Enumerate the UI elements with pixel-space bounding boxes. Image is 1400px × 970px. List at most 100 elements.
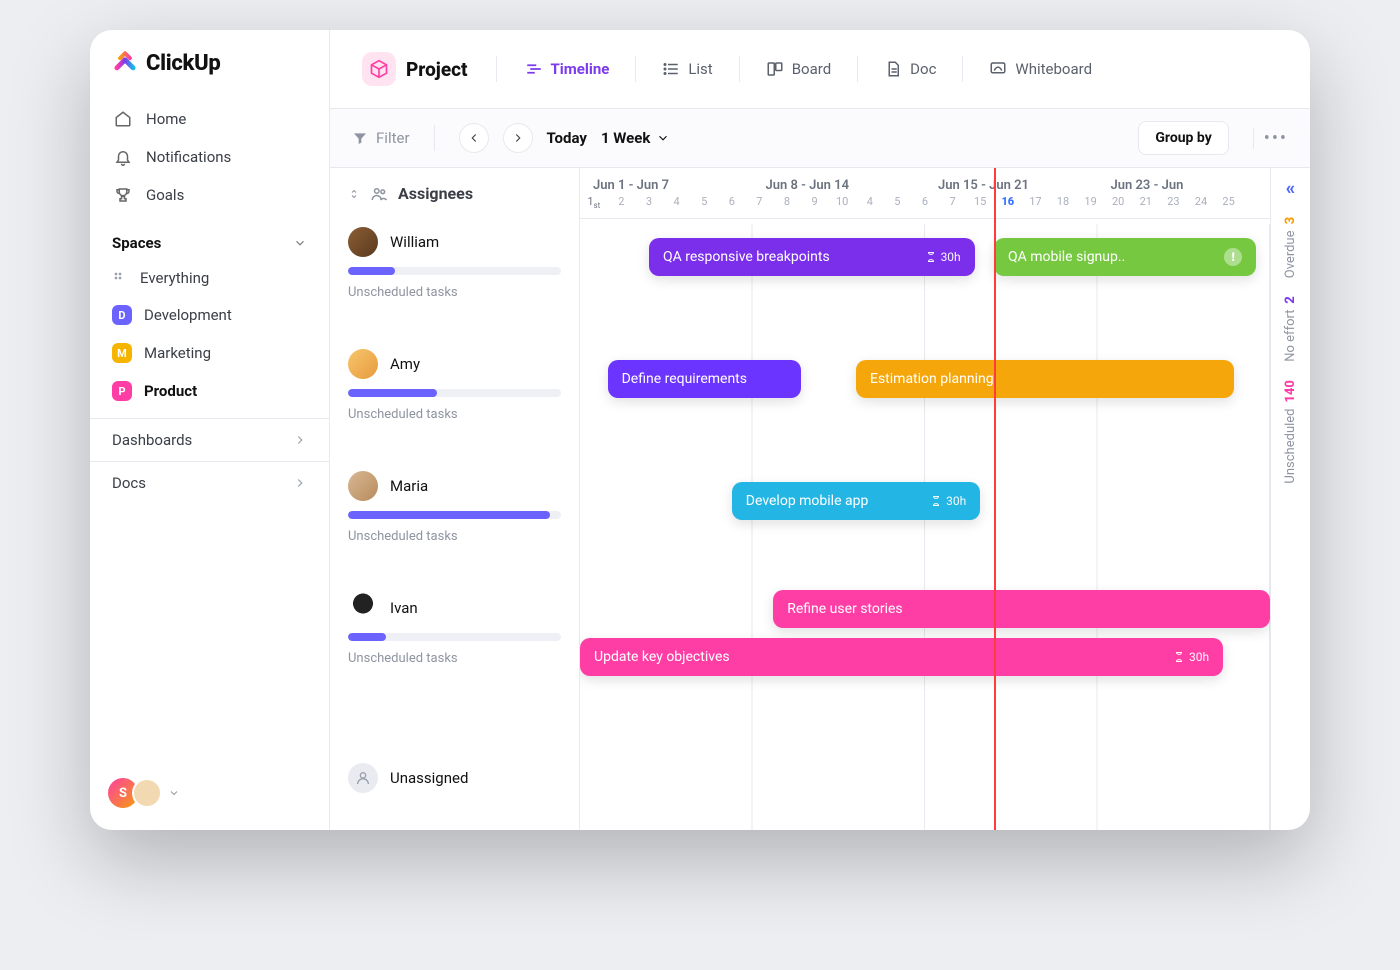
hours-badge: 30h — [930, 494, 966, 508]
spaces-title: Spaces — [112, 234, 161, 252]
space-everything[interactable]: Everything — [90, 260, 329, 296]
workspace-switcher[interactable]: S — [90, 770, 329, 816]
prev-button[interactable] — [459, 123, 489, 153]
workload-bar — [348, 511, 561, 519]
overdue-stat[interactable]: Overdue 3 — [1283, 217, 1298, 278]
app-window: ClickUp Home Notifications Goals Spaces … — [90, 30, 1310, 830]
day-cell: 9 — [801, 195, 829, 210]
filter-button[interactable]: Filter — [352, 129, 410, 147]
range-label: 1 Week — [601, 129, 650, 147]
view-tab-doc[interactable]: Doc — [874, 54, 946, 84]
assignee-name: Unassigned — [390, 769, 468, 787]
separator — [434, 125, 435, 151]
day-cell: 2 — [608, 195, 636, 210]
stat-count: 140 — [1283, 380, 1298, 403]
assignee-row[interactable]: Ivan Unscheduled tasks — [330, 587, 579, 757]
content: Assignees William Unscheduled tasksAmy U… — [330, 168, 1310, 830]
day-cell: 6 — [718, 195, 746, 210]
week-header: Jun 8 - Jun 14 — [753, 168, 926, 193]
task-bar[interactable]: Refine user stories — [773, 590, 1270, 628]
view-tab-whiteboard[interactable]: Whiteboard — [979, 54, 1102, 84]
more-menu[interactable]: ••• — [1253, 128, 1288, 149]
assignee-row[interactable]: Maria Unscheduled tasks — [330, 465, 579, 587]
assignee-name: Amy — [390, 355, 420, 373]
main-nav: Home Notifications Goals — [90, 94, 329, 220]
assignee-name: William — [390, 233, 439, 251]
day-cell: 10 — [828, 195, 856, 210]
space-item-product[interactable]: PProduct — [90, 372, 329, 410]
view-label: List — [688, 60, 712, 78]
task-bar[interactable]: Define requirements — [608, 360, 801, 398]
unassigned-icon — [348, 763, 378, 793]
groupby-button[interactable]: Group by — [1138, 121, 1228, 155]
view-label: Doc — [910, 60, 936, 78]
task-bar[interactable]: QA mobile signup..! — [994, 238, 1256, 276]
day-cell: 1st — [580, 195, 608, 210]
day-cell: 20 — [1104, 195, 1132, 210]
trophy-icon — [114, 186, 132, 204]
sidebar: ClickUp Home Notifications Goals Spaces … — [90, 30, 330, 830]
home-icon — [114, 110, 132, 128]
task-bar[interactable]: QA responsive breakpoints30h — [649, 238, 975, 276]
nav-goals[interactable]: Goals — [100, 176, 319, 214]
space-label: Everything — [140, 269, 209, 287]
timeline-row — [580, 760, 1270, 820]
today-marker — [994, 168, 996, 830]
assignee-row[interactable]: Unassigned — [330, 757, 579, 817]
chevron-right-icon — [293, 433, 307, 447]
assignee-avatar — [348, 593, 378, 623]
nav-dashboards[interactable]: Dashboards — [90, 418, 329, 461]
stat-label: Overdue — [1283, 231, 1298, 279]
week-header: Jun 15 - Jun 21 — [925, 168, 1098, 193]
noeffort-stat[interactable]: No effort 2 — [1283, 296, 1298, 362]
assignees-header[interactable]: Assignees — [330, 168, 579, 221]
day-cell: 3 — [635, 195, 663, 210]
task-bar[interactable]: Update key objectives30h — [580, 638, 1223, 676]
logo: ClickUp — [90, 50, 329, 94]
view-tab-list[interactable]: List — [652, 54, 722, 84]
spaces-header[interactable]: Spaces — [90, 220, 329, 260]
assignee-row[interactable]: Amy Unscheduled tasks — [330, 343, 579, 465]
nav-notifications[interactable]: Notifications — [100, 138, 319, 176]
unscheduled-label: Unscheduled tasks — [348, 285, 561, 300]
chevron-down-icon — [168, 787, 180, 799]
space-badge: M — [112, 343, 132, 363]
space-item-marketing[interactable]: M Marketing — [90, 334, 329, 372]
filter-label: Filter — [376, 129, 410, 147]
collapse-rail-button[interactable]: « — [1286, 178, 1295, 199]
range-picker[interactable]: 1 Week — [601, 129, 670, 147]
topbar: Project Timeline List Board Doc Whiteboard — [330, 30, 1310, 109]
timeline-row: Develop mobile app30h — [580, 468, 1270, 590]
task-bar[interactable]: Estimation planning — [856, 360, 1234, 398]
unscheduled-stat[interactable]: Unscheduled 140 — [1283, 380, 1298, 484]
nav-label: Notifications — [146, 148, 231, 166]
stat-label: No effort — [1283, 310, 1298, 362]
grid-dots-icon — [112, 270, 128, 286]
space-item-development[interactable]: DDevelopment — [90, 296, 329, 334]
nav-docs[interactable]: Docs — [90, 461, 329, 504]
chevron-down-icon — [293, 236, 307, 250]
assignee-row[interactable]: William Unscheduled tasks — [330, 221, 579, 343]
unscheduled-label: Unscheduled tasks — [348, 407, 561, 422]
toolbar: Filter Today 1 Week Group by ••• — [330, 109, 1310, 168]
task-bar[interactable]: Develop mobile app30h — [732, 482, 980, 520]
timeline-row: Define requirements Estimation planning — [580, 346, 1270, 468]
project-chip[interactable]: Project — [352, 46, 478, 92]
day-cell: 4 — [663, 195, 691, 210]
view-tab-timeline[interactable]: Timeline — [515, 54, 620, 84]
today-button[interactable]: Today — [547, 129, 587, 147]
assignee-name: Maria — [390, 477, 428, 495]
assignees-panel: Assignees William Unscheduled tasksAmy U… — [330, 168, 580, 830]
timeline[interactable]: Jun 1 - Jun 7Jun 8 - Jun 14Jun 15 - Jun … — [580, 168, 1270, 830]
next-button[interactable] — [503, 123, 533, 153]
hours-badge: 30h — [925, 250, 961, 264]
nav-home[interactable]: Home — [100, 100, 319, 138]
separator — [496, 56, 497, 82]
nav-label: Goals — [146, 186, 184, 204]
task-label: Estimation planning — [870, 371, 994, 387]
space-label: Marketing — [144, 344, 211, 362]
view-tab-board[interactable]: Board — [756, 54, 841, 84]
main-panel: Project Timeline List Board Doc Whiteboard F… — [330, 30, 1310, 830]
filter-icon — [352, 130, 368, 146]
day-cell: 7 — [939, 195, 967, 210]
